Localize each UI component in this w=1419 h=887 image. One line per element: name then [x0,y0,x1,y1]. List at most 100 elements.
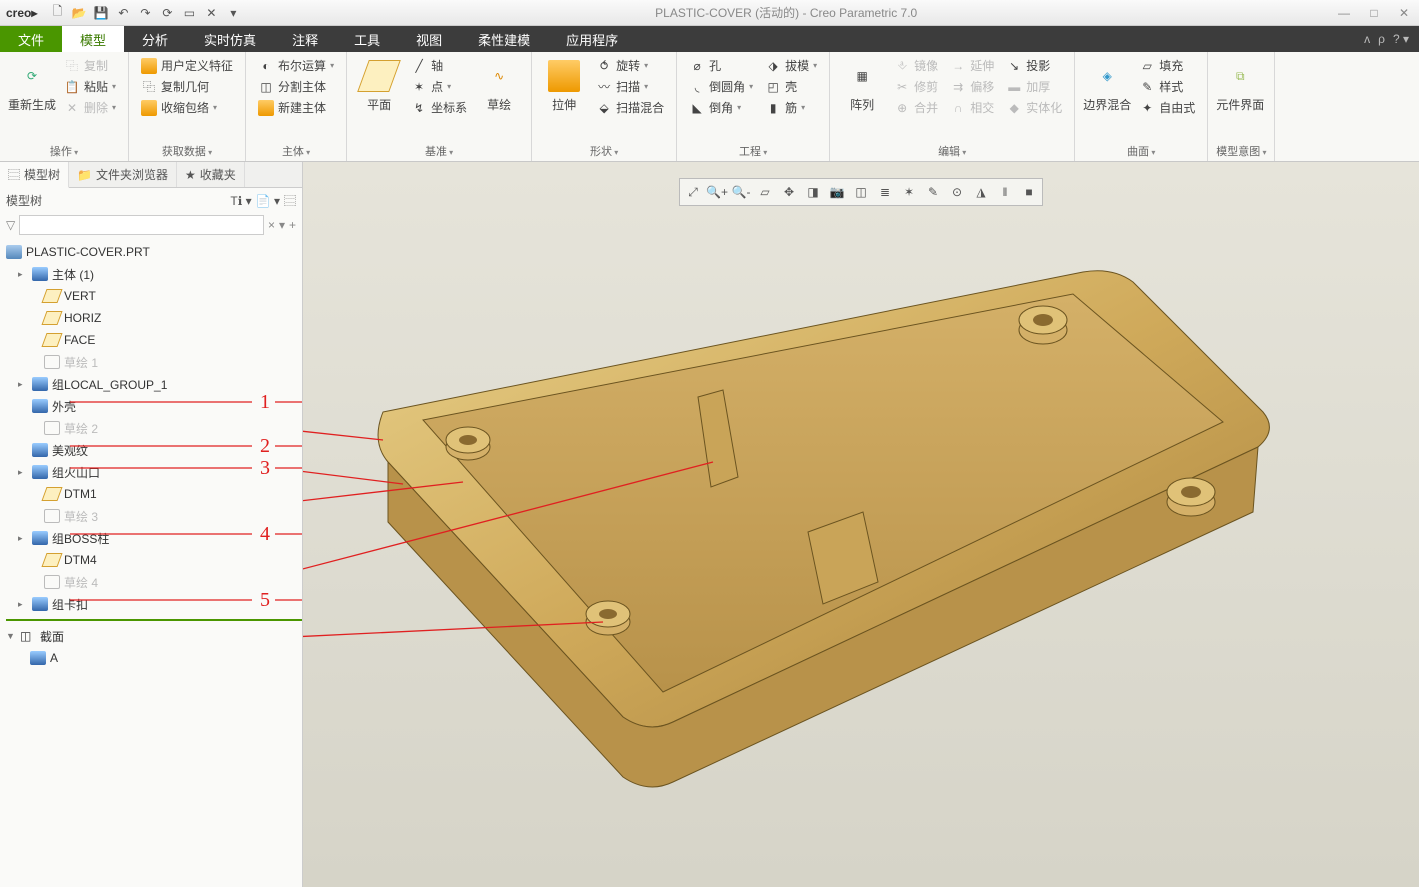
intersect-button[interactable]: ∩相交 [946,98,998,117]
group-label[interactable]: 工程 [685,141,821,159]
axis-button[interactable]: ╱轴 [407,56,471,75]
tab-simulate[interactable]: 实时仿真 [186,26,274,52]
merge-button[interactable]: ⊕合并 [890,98,942,117]
tree-item[interactable]: VERT [6,285,302,307]
group-label[interactable]: 获取数据 [137,141,237,159]
boolean-button[interactable]: ◐布尔运算 [254,56,338,75]
cif-button[interactable]: ⧉元件界面 [1216,56,1264,141]
fill-button[interactable]: ▱填充 [1135,56,1199,75]
expand-icon[interactable]: ▸ [18,533,28,544]
paste-button[interactable]: 📋粘贴 [60,77,120,96]
newbody-button[interactable]: 新建主体 [254,98,338,117]
filter-icon[interactable]: ▽ [6,218,15,232]
tree-item[interactable]: HORIZ [6,307,302,329]
rib-button[interactable]: ▮筋 [761,98,821,117]
extrude-button[interactable]: 拉伸 [540,56,588,141]
freestyle-button[interactable]: ✦自由式 [1135,98,1199,117]
tab-flex[interactable]: 柔性建模 [460,26,548,52]
point-button[interactable]: ✶点 [407,77,471,96]
split-button[interactable]: ◫分割主体 [254,77,338,96]
save-icon[interactable]: 💾 [91,3,111,23]
copy-button[interactable]: ⿻复制 [60,56,120,75]
filter-input[interactable] [19,215,264,235]
tab-tools[interactable]: 工具 [336,26,398,52]
csys-button[interactable]: ↯坐标系 [407,98,471,117]
thicken-button[interactable]: ▬加厚 [1002,77,1066,96]
tree-item[interactable]: DTM4 [6,549,302,571]
tree-opt3-icon[interactable]: ⿳ [284,192,296,209]
group-label[interactable]: 操作 [8,141,120,159]
group-label[interactable]: 模型意图 [1216,141,1266,159]
tree-item[interactable]: 外壳 [6,395,302,417]
redo-icon[interactable]: ↷ [135,3,155,23]
search-icon[interactable]: ρ [1378,32,1385,46]
tree-item[interactable]: 美观纹 [6,439,302,461]
tree-item[interactable]: ▸主体 (1) [6,263,302,285]
help-icon[interactable]: ? ▾ [1393,32,1409,46]
mirror-button[interactable]: ⎀镜像 [890,56,942,75]
delete-button[interactable]: ✕删除 [60,98,120,117]
group-label[interactable]: 基准 [355,141,523,159]
add-icon[interactable]: + [289,218,296,232]
chamfer-button[interactable]: ◣倒角 [685,98,757,117]
trim-button[interactable]: ✂修剪 [890,77,942,96]
tab-apps[interactable]: 应用程序 [548,26,636,52]
project-button[interactable]: ↘投影 [1002,56,1066,75]
tree-item[interactable]: ▸组BOSS柱 [6,527,302,549]
tab-annotate[interactable]: 注释 [274,26,336,52]
tree-item[interactable]: 草绘 4 [6,571,302,593]
tree-section-item[interactable]: A [6,647,302,669]
tree-root[interactable]: PLASTIC-COVER.PRT [6,241,302,263]
tree-item[interactable]: DTM1 [6,483,302,505]
sidetab-tree[interactable]: ⿳模型树 [0,162,69,188]
tree-item[interactable]: ▸组火山口 [6,461,302,483]
pattern-button[interactable]: ▦阵列 [838,56,886,141]
sidetab-folder[interactable]: 📁文件夹浏览器 [69,162,177,187]
round-button[interactable]: ◟倒圆角 [685,77,757,96]
tab-file[interactable]: 文件 [0,26,62,52]
tree-opt1-icon[interactable]: Tℹ ▾ [230,194,251,208]
open-icon[interactable]: 📂 [69,3,89,23]
regen-button[interactable]: ⟳重新生成 [8,56,56,141]
expand-icon[interactable]: ▸ [18,379,28,390]
boundary-button[interactable]: ◈边界混合 [1083,56,1131,141]
tab-view[interactable]: 视图 [398,26,460,52]
tree-item[interactable]: FACE [6,329,302,351]
filter-dropdown-icon[interactable]: ▾ [279,218,285,232]
expand-icon[interactable]: ▸ [18,599,28,610]
tree-opt2-icon[interactable]: 📄 ▾ [256,194,280,208]
sketch-button[interactable]: ∿草绘 [475,56,523,141]
regen-icon[interactable]: ⟳ [157,3,177,23]
expand-icon[interactable]: ▸ [18,467,28,478]
sidetab-fav[interactable]: ★收藏夹 [177,162,245,187]
clear-filter-icon[interactable]: × [268,218,275,232]
plane-button[interactable]: 平面 [355,56,403,141]
tree-item[interactable]: ▸组LOCAL_GROUP_1 [6,373,302,395]
blend-button[interactable]: ⬙扫描混合 [592,98,668,117]
draft-button[interactable]: ⬗拔模 [761,56,821,75]
collapse-ribbon-icon[interactable]: ʌ [1364,32,1370,46]
expand-icon[interactable]: ▸ [18,269,28,280]
hole-button[interactable]: ⌀孔 [685,56,757,75]
shell-button[interactable]: ◰壳 [761,77,821,96]
group-label[interactable]: 主体 [254,141,338,159]
minimize-icon[interactable]: — [1329,3,1359,23]
viewport-3d[interactable]: ⤢ 🔍+ 🔍- ▱ ✥ ◨ 📷 ◫ ≣ ✶ ✎ ⊙ ◮ ‖ ■ [303,162,1419,887]
revolve-button[interactable]: ⥀旋转 [592,56,668,75]
group-label[interactable]: 编辑 [838,141,1066,159]
maximize-icon[interactable]: □ [1359,3,1389,23]
tree-item[interactable]: 草绘 3 [6,505,302,527]
tree-item[interactable]: ▸组卡扣 [6,593,302,615]
tree-sections[interactable]: ▼◫截面 [6,625,302,647]
undo-icon[interactable]: ↶ [113,3,133,23]
tab-analysis[interactable]: 分析 [124,26,186,52]
offset-button[interactable]: ⇉偏移 [946,77,998,96]
close-win-icon[interactable]: ✕ [201,3,221,23]
windows-icon[interactable]: ▭ [179,3,199,23]
tab-model[interactable]: 模型 [62,26,124,52]
tree-item[interactable]: 草绘 2 [6,417,302,439]
shrinkwrap-button[interactable]: 收缩包络 [137,98,237,117]
sweep-button[interactable]: 〰扫描 [592,77,668,96]
close-icon[interactable]: ✕ [1389,3,1419,23]
tree-item[interactable]: 草绘 1 [6,351,302,373]
